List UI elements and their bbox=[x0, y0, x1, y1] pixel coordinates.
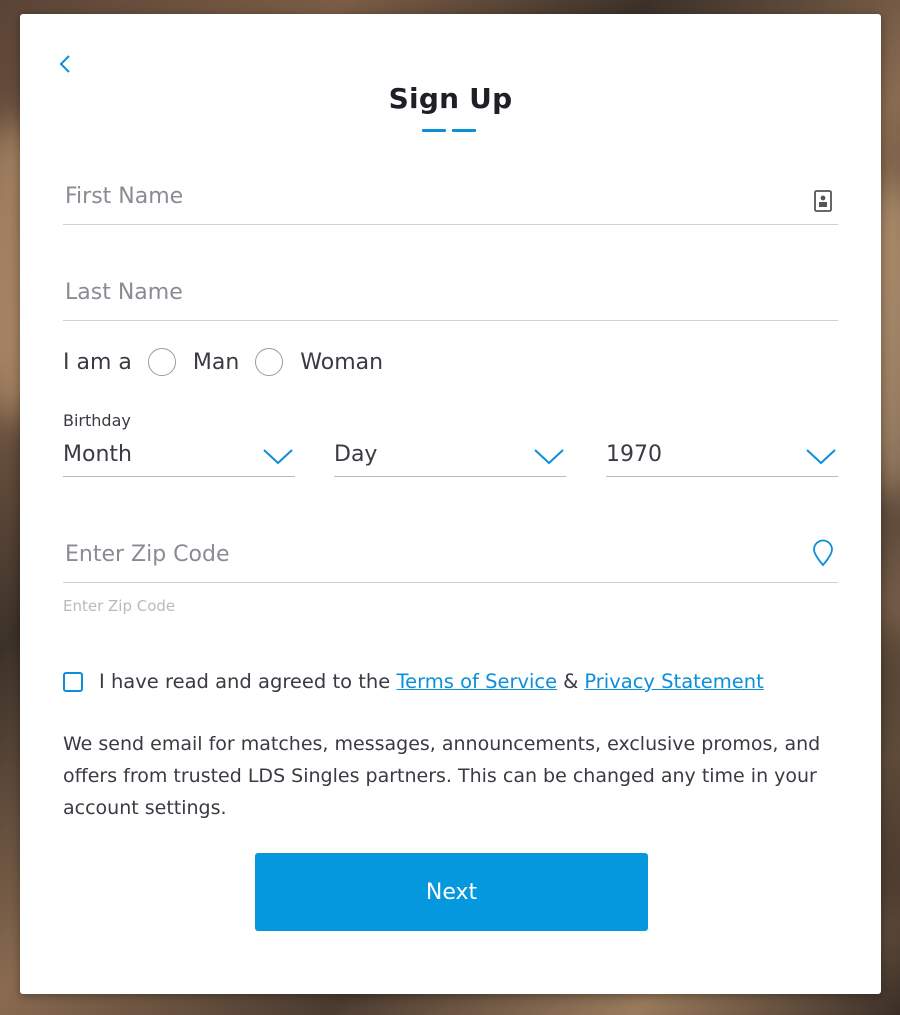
terms-checkbox[interactable] bbox=[63, 671, 83, 692]
progress-step-2 bbox=[452, 129, 476, 132]
gender-label: I am a bbox=[63, 349, 132, 375]
terms-prefix-text: I have read and agreed to the bbox=[99, 670, 391, 693]
day-select-value: Day bbox=[334, 442, 378, 467]
next-button[interactable]: Next bbox=[255, 853, 648, 931]
month-select[interactable]: Month bbox=[63, 441, 295, 477]
email-disclaimer: We send email for matches, messages, ann… bbox=[63, 733, 821, 819]
day-select[interactable]: Day bbox=[334, 441, 566, 477]
zip-code-hint: Enter Zip Code bbox=[63, 597, 176, 615]
zip-code-input[interactable] bbox=[63, 534, 765, 574]
month-select-value: Month bbox=[63, 442, 132, 467]
last-name-field bbox=[63, 268, 838, 321]
progress-indicator bbox=[422, 129, 476, 133]
terms-ampersand: & bbox=[563, 670, 579, 693]
page-title: Sign Up bbox=[388, 82, 513, 115]
chevron-down-icon bbox=[263, 449, 293, 465]
man-radio[interactable] bbox=[147, 348, 176, 376]
signup-modal: Sign Up I am a Man Woman Birthday Month … bbox=[20, 14, 881, 994]
location-pin-icon bbox=[813, 539, 833, 567]
zip-code-field bbox=[63, 530, 838, 583]
first-name-input[interactable] bbox=[63, 176, 765, 216]
woman-label[interactable]: Woman bbox=[300, 350, 383, 375]
year-select-value: 1970 bbox=[606, 442, 662, 467]
back-button[interactable] bbox=[54, 52, 78, 76]
man-label[interactable]: Man bbox=[193, 350, 239, 375]
privacy-statement-link[interactable]: Privacy Statement bbox=[584, 670, 763, 693]
chevron-down-icon bbox=[806, 449, 836, 465]
chevron-down-icon bbox=[534, 449, 564, 465]
contact-card-icon bbox=[814, 190, 832, 212]
woman-radio[interactable] bbox=[255, 348, 284, 376]
terms-agreement: I have read and agreed to the Terms of S… bbox=[63, 670, 764, 693]
terms-of-service-link[interactable]: Terms of Service bbox=[396, 670, 557, 693]
chevron-left-icon bbox=[59, 55, 70, 73]
gender-selector: I am a Man Woman bbox=[63, 344, 399, 380]
birthday-label: Birthday bbox=[63, 411, 131, 430]
year-select[interactable]: 1970 bbox=[606, 441, 838, 477]
first-name-field bbox=[63, 172, 838, 225]
last-name-input[interactable] bbox=[63, 272, 765, 312]
progress-step-1 bbox=[422, 129, 446, 132]
